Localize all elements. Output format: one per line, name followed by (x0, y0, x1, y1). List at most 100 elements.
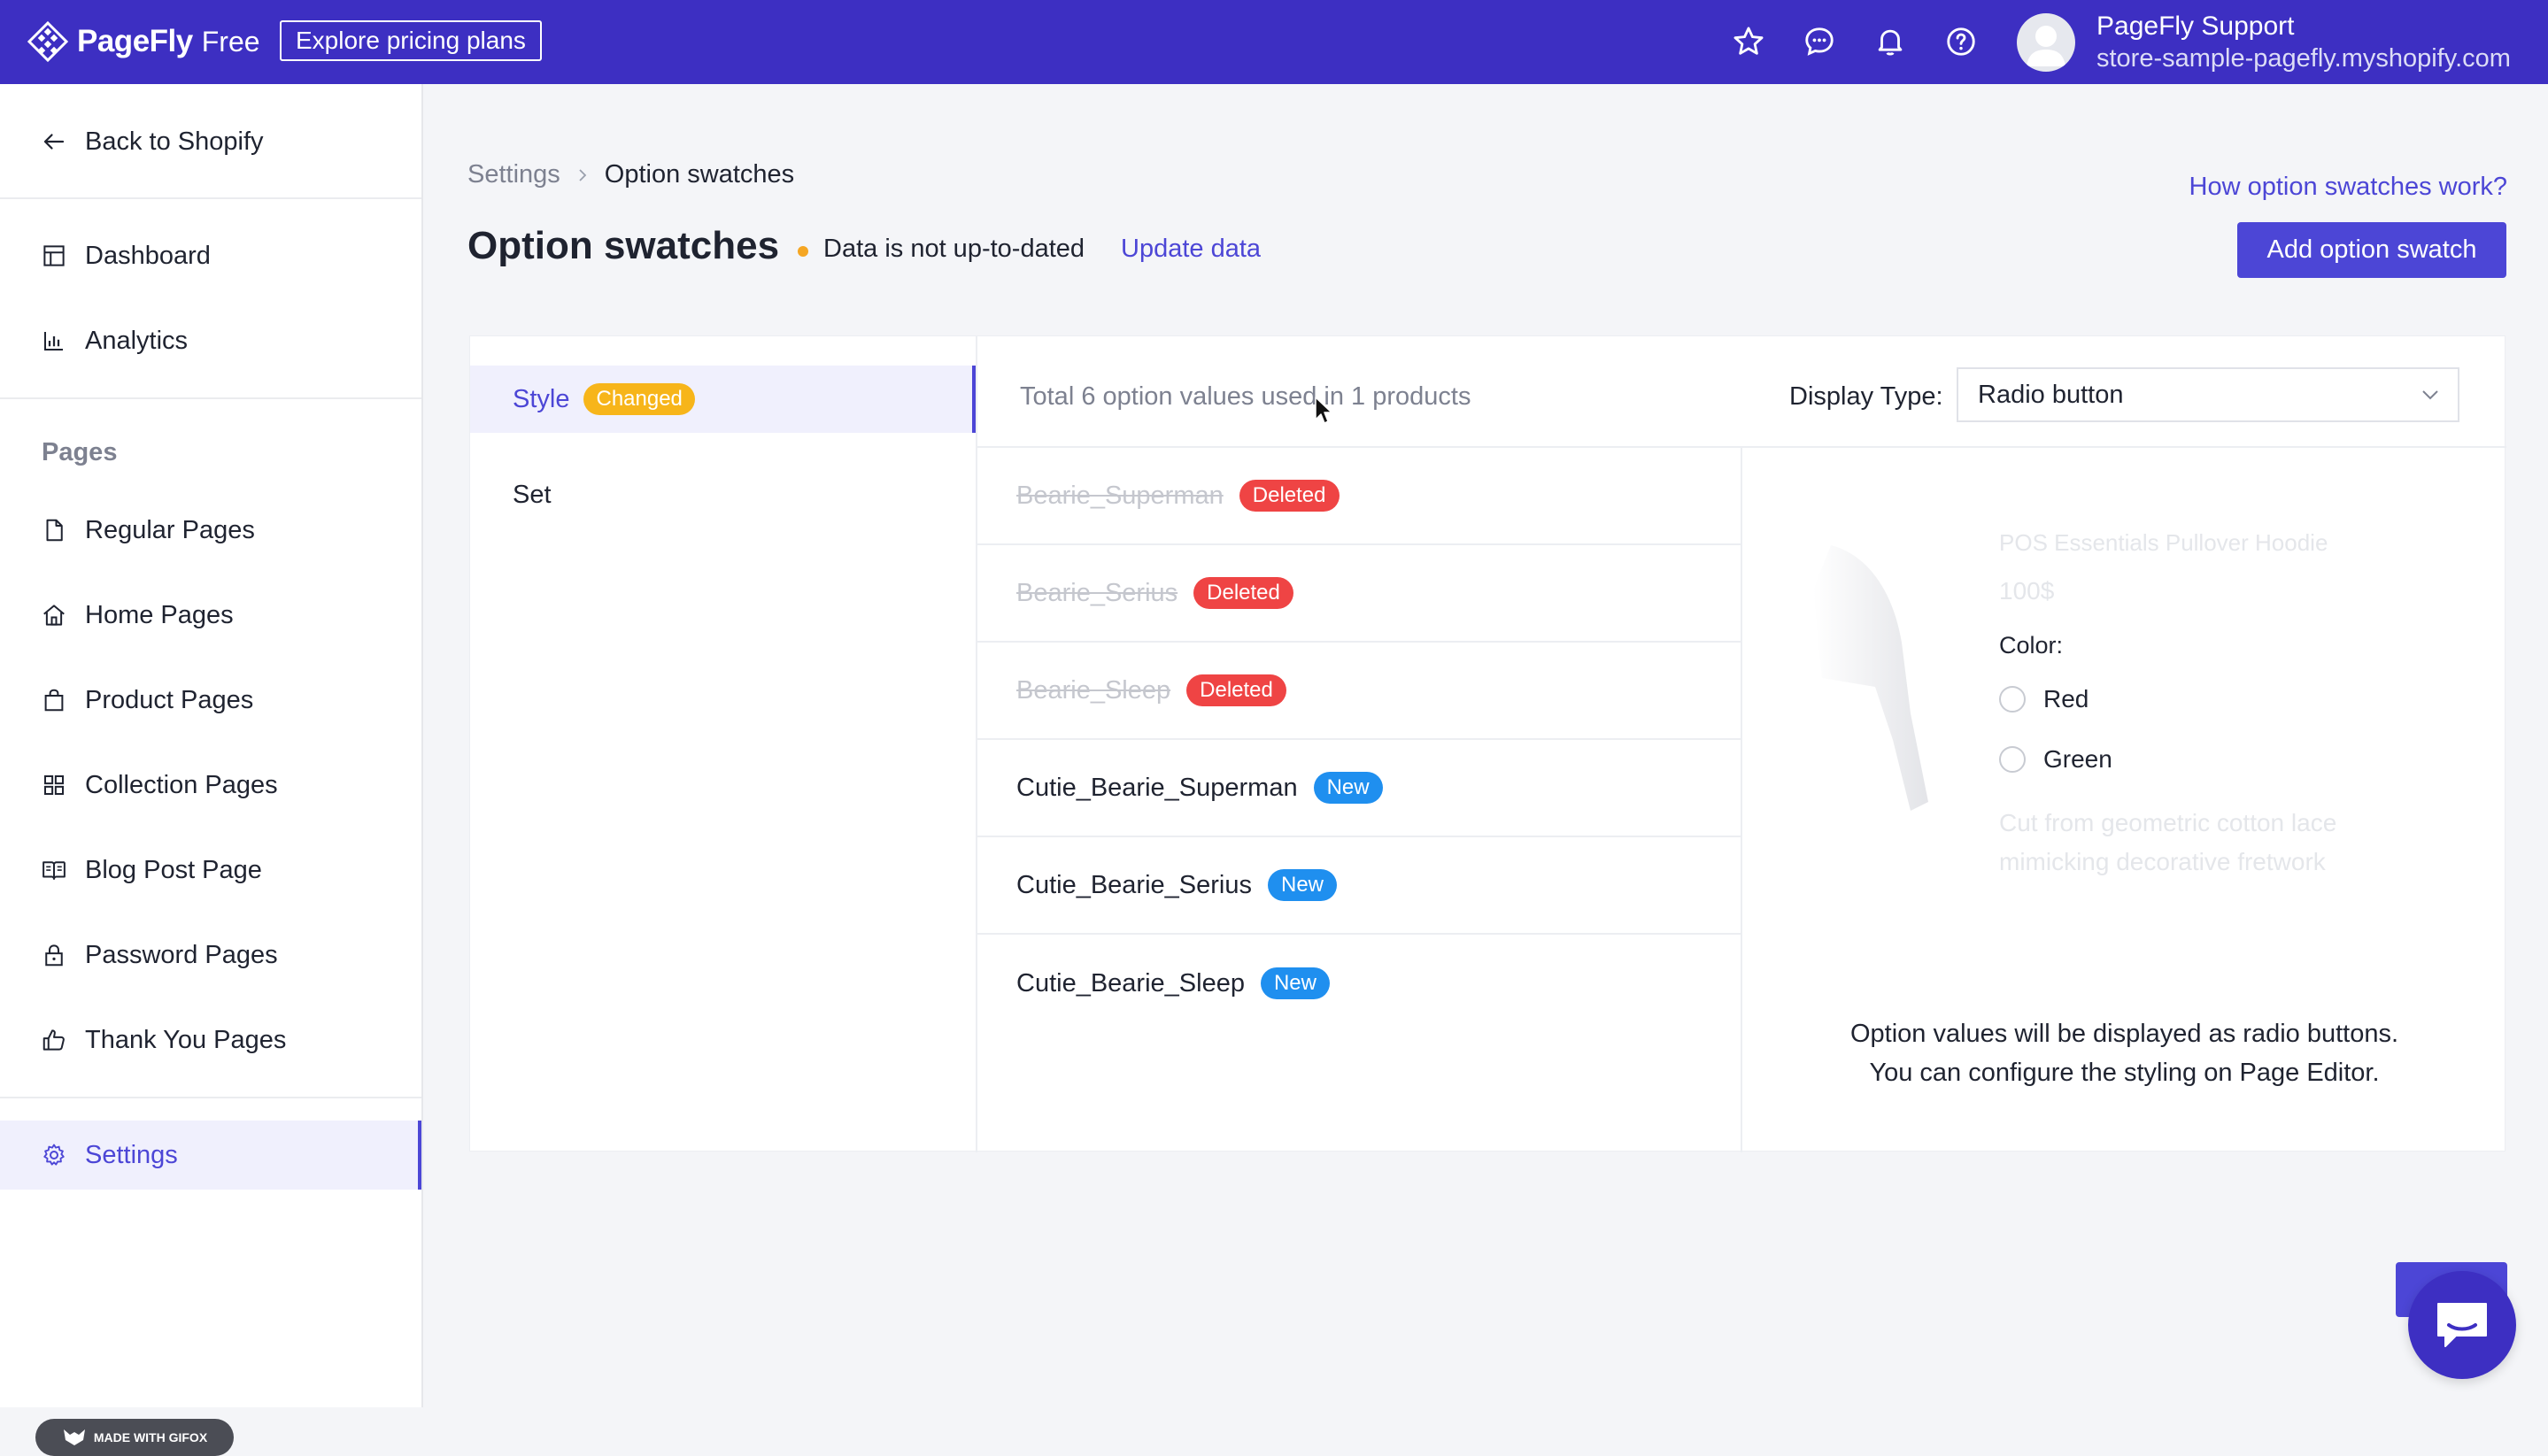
swatch-card: Style Changed Set Total 6 option values … (469, 335, 2506, 1152)
radio-circle (1999, 746, 2026, 773)
display-type-label: Display Type: (1789, 382, 1943, 411)
sidebar-divider (0, 197, 421, 199)
page-title: Option swatches (467, 224, 780, 267)
sidebar-item-settings[interactable]: Settings (0, 1121, 421, 1190)
gifox-icon (63, 1429, 85, 1445)
gear-icon (43, 1144, 65, 1166)
new-badge: New (1267, 869, 1337, 901)
new-badge: New (1260, 967, 1330, 999)
radio-label: Green (2043, 745, 2112, 773)
bell-icon[interactable] (1873, 25, 1907, 58)
sidebar-item-password-pages[interactable]: Password Pages (0, 921, 421, 990)
list-header: Total 6 option values used in 1 products… (977, 336, 2506, 448)
pages-heading: Pages (42, 438, 118, 466)
breadcrumb-parent[interactable]: Settings (467, 160, 560, 189)
display-preview: POS Essentials Pullover Hoodie 100$ Colo… (1742, 448, 2506, 1152)
option-value-name: Bearie_Sleep (1016, 675, 1171, 705)
add-option-swatch-button[interactable]: Add option swatch (2237, 222, 2506, 278)
home-icon (43, 605, 65, 626)
update-data-link[interactable]: Update data (1121, 235, 1261, 264)
support-chat-button[interactable] (2408, 1271, 2516, 1379)
pagefly-logo-icon (27, 21, 68, 62)
dashboard-icon (43, 245, 65, 266)
sidebar-item-collection-pages[interactable]: Collection Pages (0, 751, 421, 820)
brand-name: PageFly (77, 24, 193, 58)
back-label: Back to Shopify (85, 127, 264, 156)
color-label: Color: (1999, 632, 2064, 659)
new-badge: New (1313, 772, 1383, 804)
list-item[interactable]: Cutie_Bearie_Sleep New (977, 935, 1741, 1032)
chat-bubble-icon (2437, 1303, 2487, 1347)
changed-badge: Changed (583, 383, 695, 415)
gifox-label: MADE WITH GIFOX (93, 1430, 208, 1444)
total-values-text: Total 6 option values used in 1 products (1020, 382, 1471, 411)
radio-option-green: Green (1999, 745, 2112, 774)
option-value-name: Bearie_Serius (1016, 578, 1178, 607)
hoodie-image (1813, 545, 1928, 811)
radio-label: Red (2043, 685, 2089, 713)
help-icon[interactable] (1944, 25, 1978, 58)
sidebar-item-dashboard[interactable]: Dashboard (0, 221, 421, 290)
list-item[interactable]: Cutie_Bearie_Superman New (977, 740, 1741, 837)
user-icon (2027, 26, 2065, 66)
sidebar-item-label: Dashboard (85, 241, 211, 270)
display-type-select[interactable]: Radio button (1957, 367, 2459, 422)
deleted-badge: Deleted (1239, 480, 1340, 512)
option-value-name: Cutie_Bearie_Sleep (1016, 968, 1245, 998)
gifox-watermark: MADE WITH GIFOX (35, 1419, 234, 1456)
status-dot (798, 246, 808, 257)
sidebar-item-product-pages[interactable]: Product Pages (0, 666, 421, 735)
preview-note-line-2: You can configure the styling on Page Ed… (1869, 1059, 2380, 1087)
display-type-value: Radio button (1978, 380, 2124, 409)
sidebar-item-home-pages[interactable]: Home Pages (0, 581, 421, 650)
breadcrumb-current: Option swatches (604, 160, 795, 189)
user-name[interactable]: PageFly Support (2096, 12, 2294, 42)
pagefly-logo[interactable]: PageFly Free (27, 21, 260, 62)
tab-style[interactable]: Style Changed (470, 366, 976, 433)
analytics-icon (44, 332, 63, 351)
sidebar-item-label: Settings (85, 1140, 178, 1169)
deleted-badge: Deleted (1193, 577, 1293, 609)
lock-icon (45, 944, 63, 967)
file-icon (46, 519, 63, 542)
chat-icon[interactable] (1803, 25, 1836, 58)
how-it-works-link[interactable]: How option swatches work? (2189, 173, 2507, 202)
store-domain[interactable]: store-sample-pagefly.myshopify.com (2096, 44, 2511, 73)
sidebar-item-analytics[interactable]: Analytics (0, 306, 421, 375)
top-bar: PageFly Free Explore pricing plans PageF… (0, 0, 2548, 84)
chevron-right-icon (575, 167, 591, 183)
sidebar-item-label: Password Pages (85, 940, 278, 969)
bag-icon (44, 689, 64, 712)
list-item[interactable]: Bearie_Superman Deleted (977, 448, 1741, 545)
star-icon[interactable] (1732, 25, 1765, 58)
arrow-left-icon (43, 134, 65, 150)
sidebar-item-label: Product Pages (85, 685, 254, 714)
breadcrumb: Settings Option swatches (467, 160, 794, 189)
preview-product-title: POS Essentials Pullover Hoodie (1999, 529, 2328, 556)
list-item[interactable]: Bearie_Serius Deleted (977, 545, 1741, 643)
tab-set[interactable]: Set (470, 461, 976, 528)
radio-option-red: Red (1999, 685, 2089, 713)
mouse-cursor-icon (1315, 397, 1332, 424)
data-status-text: Data is not up-to-dated (823, 235, 1085, 263)
sidebar-divider (0, 397, 421, 399)
grid-icon (44, 775, 64, 795)
list-item[interactable]: Bearie_Sleep Deleted (977, 643, 1741, 740)
sidebar-item-thank-you-pages[interactable]: Thank You Pages (0, 1005, 421, 1075)
deleted-badge: Deleted (1186, 674, 1286, 706)
avatar[interactable] (2017, 13, 2075, 72)
sidebar-item-regular-pages[interactable]: Regular Pages (0, 496, 421, 565)
sidebar-item-blog-post-page[interactable]: Blog Post Page (0, 836, 421, 905)
tab-set-label: Set (513, 480, 552, 509)
option-value-name: Bearie_Superman (1016, 481, 1224, 510)
preview-desc-line-1: Cut from geometric cotton lace (1999, 809, 2337, 836)
preview-note: Option values will be displayed as radio… (1742, 1014, 2506, 1092)
sidebar-item-label: Thank You Pages (85, 1025, 287, 1054)
list-item[interactable]: Cutie_Bearie_Serius New (977, 837, 1741, 935)
sidebar-item-label: Blog Post Page (85, 855, 262, 884)
back-to-shopify-link[interactable]: Back to Shopify (0, 107, 421, 176)
explore-pricing-button[interactable]: Explore pricing plans (280, 20, 542, 61)
sidebar-item-label: Regular Pages (85, 515, 255, 544)
plan-label: Free (201, 25, 260, 58)
sidebar: Back to Shopify Dashboard Analytics Page… (0, 84, 423, 1456)
